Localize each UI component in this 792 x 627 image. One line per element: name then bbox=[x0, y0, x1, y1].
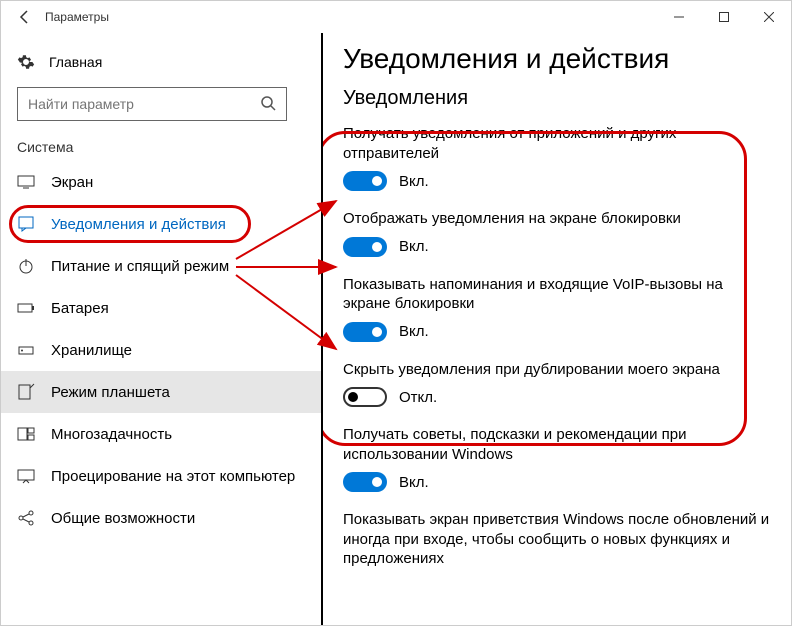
search-box[interactable] bbox=[17, 87, 287, 121]
notification-icon bbox=[17, 215, 35, 233]
search-input[interactable] bbox=[28, 96, 248, 112]
toggle-switch[interactable] bbox=[343, 171, 387, 191]
nav-item-shared[interactable]: Общие возможности bbox=[1, 497, 321, 539]
nav-label: Общие возможности bbox=[51, 510, 195, 527]
titlebar: Параметры bbox=[1, 1, 791, 33]
setting-row: Показывать напоминания и входящие VoIP-в… bbox=[343, 275, 771, 342]
toggle-switch[interactable] bbox=[343, 322, 387, 342]
toggle-switch[interactable] bbox=[343, 472, 387, 492]
home-link[interactable]: Главная bbox=[1, 45, 321, 79]
nav-label: Многозадачность bbox=[51, 426, 172, 443]
setting-label: Показывать напоминания и входящие VoIP-в… bbox=[343, 275, 771, 314]
nav-label: Режим планшета bbox=[51, 384, 170, 401]
nav-item-power[interactable]: Питание и спящий режим bbox=[1, 245, 321, 287]
multitask-icon bbox=[17, 425, 35, 443]
setting-row: Скрыть уведомления при дублировании моег… bbox=[343, 360, 771, 408]
back-button[interactable] bbox=[5, 1, 45, 33]
setting-row: Показывать экран приветствия Windows пос… bbox=[343, 510, 771, 569]
setting-row: Отображать уведомления на экране блокиро… bbox=[343, 209, 771, 257]
nav-label: Уведомления и действия bbox=[51, 216, 226, 233]
nav-label: Хранилище bbox=[51, 342, 132, 359]
toggle-state: Откл. bbox=[399, 389, 437, 406]
nav-label: Батарея bbox=[51, 300, 109, 317]
toggle-state: Вкл. bbox=[399, 238, 429, 255]
maximize-button[interactable] bbox=[701, 1, 746, 33]
setting-row: Получать советы, подсказки и рекомендаци… bbox=[343, 425, 771, 492]
nav-label: Экран bbox=[51, 174, 93, 191]
setting-label: Получать советы, подсказки и рекомендаци… bbox=[343, 425, 771, 464]
nav-item-projecting[interactable]: Проецирование на этот компьютер bbox=[1, 455, 321, 497]
nav-list: Экран Уведомления и действия Питание и с… bbox=[1, 161, 321, 539]
nav-label: Проецирование на этот компьютер bbox=[51, 468, 295, 485]
page-subheading: Уведомления bbox=[343, 87, 771, 110]
storage-icon bbox=[17, 341, 35, 359]
sidebar-section-label: Система bbox=[1, 121, 321, 161]
tablet-icon bbox=[17, 383, 35, 401]
window-title: Параметры bbox=[45, 10, 109, 24]
setting-label: Получать уведомления от приложений и дру… bbox=[343, 124, 771, 163]
toggle-switch[interactable] bbox=[343, 387, 387, 407]
nav-item-storage[interactable]: Хранилище bbox=[1, 329, 321, 371]
project-icon bbox=[17, 467, 35, 485]
toggle-state: Вкл. bbox=[399, 474, 429, 491]
shared-icon bbox=[17, 509, 35, 527]
toggle-switch[interactable] bbox=[343, 237, 387, 257]
search-icon bbox=[260, 95, 276, 114]
nav-item-notifications[interactable]: Уведомления и действия bbox=[1, 203, 321, 245]
home-label: Главная bbox=[49, 54, 102, 70]
sidebar: Главная Система Экран Уведомления и дейс… bbox=[1, 33, 321, 625]
nav-item-multitasking[interactable]: Многозадачность bbox=[1, 413, 321, 455]
toggle-state: Вкл. bbox=[399, 323, 429, 340]
toggle-state: Вкл. bbox=[399, 173, 429, 190]
minimize-button[interactable] bbox=[656, 1, 701, 33]
nav-label: Питание и спящий режим bbox=[51, 258, 229, 275]
nav-item-tablet[interactable]: Режим планшета bbox=[1, 371, 321, 413]
gear-icon bbox=[17, 53, 35, 71]
battery-icon bbox=[17, 299, 35, 317]
page-heading: Уведомления и действия bbox=[343, 43, 771, 75]
nav-item-battery[interactable]: Батарея bbox=[1, 287, 321, 329]
setting-label: Показывать экран приветствия Windows пос… bbox=[343, 510, 771, 569]
nav-item-display[interactable]: Экран bbox=[1, 161, 321, 203]
monitor-icon bbox=[17, 173, 35, 191]
setting-label: Скрыть уведомления при дублировании моег… bbox=[343, 360, 771, 380]
setting-label: Отображать уведомления на экране блокиро… bbox=[343, 209, 771, 229]
close-button[interactable] bbox=[746, 1, 791, 33]
power-icon bbox=[17, 257, 35, 275]
main-panel: Уведомления и действия Уведомления Получ… bbox=[321, 33, 791, 625]
setting-row: Получать уведомления от приложений и дру… bbox=[343, 124, 771, 191]
